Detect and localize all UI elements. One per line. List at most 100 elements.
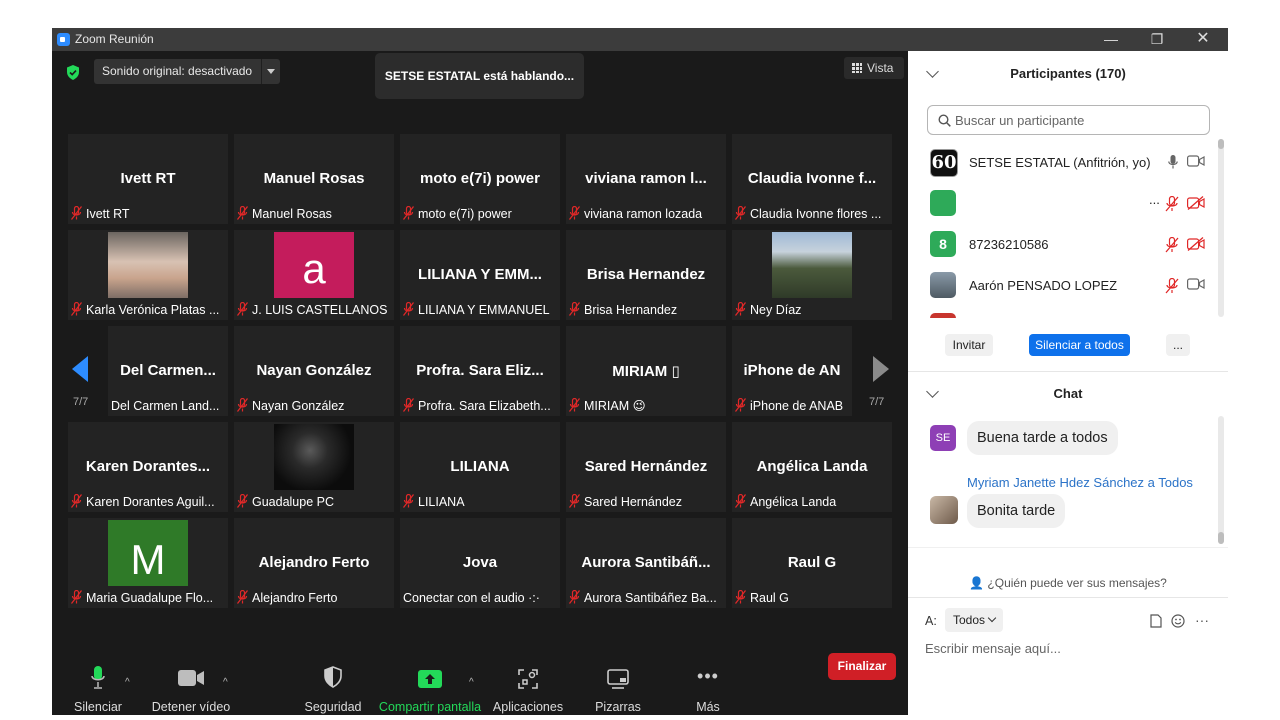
chevron-down-icon	[987, 613, 997, 623]
participant-row[interactable]	[908, 307, 1218, 318]
emoji-icon[interactable]	[1171, 614, 1185, 628]
divider	[908, 597, 1228, 598]
security-button[interactable]: Seguridad	[300, 640, 366, 715]
chat-scrollbar-track[interactable]	[1218, 416, 1224, 544]
apps-icon	[518, 669, 538, 689]
participant-tile[interactable]: Profra. Sara Eliz... Profra. Sara Elizabe…	[400, 326, 560, 416]
video-options-caret-icon[interactable]: ^	[223, 677, 228, 688]
participant-tile[interactable]: Manuel Rosas Manuel Rosas	[234, 134, 394, 224]
previous-page-arrow-icon[interactable]	[72, 356, 88, 382]
page-indicator-left: 7/7	[73, 396, 89, 408]
close-button[interactable]: ✕	[1180, 28, 1226, 51]
participant-label-text: Claudia Ivonne flores ...	[750, 207, 882, 221]
participant-search-input[interactable]: Buscar un participante	[927, 105, 1210, 135]
participant-tile[interactable]: Nayan González Nayan González	[234, 326, 394, 416]
participant-label-text: MIRIAM 😉	[584, 399, 646, 413]
chat-scrollbar-thumb[interactable]	[1218, 532, 1224, 544]
participant-label-text: Conectar con el audio ·:·	[403, 591, 540, 605]
participant-tile[interactable]: Sared Hernández Sared Hernández	[566, 422, 726, 512]
participant-display-name: Karen Dorantes...	[85, 458, 211, 475]
participant-scrollbar-track[interactable]	[1218, 139, 1224, 317]
participant-tile[interactable]: M Maria Guadalupe Flo...	[68, 518, 228, 608]
participant-tile[interactable]: moto e(7i) power moto e(7i) power	[400, 134, 560, 224]
more-button[interactable]: ••• Más	[678, 640, 738, 715]
participant-tile[interactable]: Jova Conectar con el audio ·:·	[400, 518, 560, 608]
participant-tile[interactable]: Aurora Santibáñ... Aurora Santibáñez Ba..…	[566, 518, 726, 608]
participant-tile[interactable]: MIRIAM ▯ MIRIAM 😉	[566, 326, 726, 416]
more-dots-icon: •••	[697, 666, 719, 686]
muted-microphone-icon[interactable]	[1165, 237, 1179, 253]
participant-tile[interactable]: Brisa Hernandez Brisa Hernandez	[566, 230, 726, 320]
participant-label-text: Karla Verónica Platas ...	[86, 303, 220, 317]
grid-icon	[852, 63, 862, 73]
security-shield-icon[interactable]	[66, 65, 80, 80]
muted-microphone-icon	[237, 206, 248, 220]
video-camera-icon[interactable]	[1187, 278, 1205, 290]
participant-label-text: J. LUIS CASTELLANOS	[252, 303, 388, 317]
video-camera-icon[interactable]	[1187, 155, 1205, 167]
participant-row[interactable]: 8 87236210586	[908, 225, 1218, 265]
mute-button[interactable]: Silenciar	[64, 640, 132, 715]
muted-microphone-icon	[237, 302, 248, 316]
participant-tile[interactable]: LILIANA LILIANA	[400, 422, 560, 512]
participants-more-button[interactable]: ...	[1166, 334, 1190, 356]
audio-options-caret-icon[interactable]: ^	[125, 677, 130, 688]
participant-name-label: Karen Dorantes Aguil...	[68, 492, 218, 512]
end-meeting-button[interactable]: Finalizar	[828, 653, 896, 680]
participant-display-name: Manuel Rosas	[263, 170, 365, 187]
participant-tile[interactable]: Del Carmen... Del Carmen Land...	[108, 326, 228, 416]
microphone-icon[interactable]	[1168, 155, 1178, 169]
whiteboards-button[interactable]: Pizarras	[588, 640, 648, 715]
stop-video-button[interactable]: Detener vídeo	[150, 640, 232, 715]
video-off-icon[interactable]	[1187, 237, 1205, 251]
who-can-see-messages[interactable]: 👤 ¿Quién puede ver sus mensajes?	[908, 576, 1228, 590]
chat-message-input[interactable]: Escribir mensaje aquí...	[925, 641, 1061, 656]
participant-tile[interactable]: Guadalupe PC	[234, 422, 394, 512]
participant-tile[interactable]: Ney Díaz	[732, 230, 892, 320]
participant-row[interactable]: ...	[908, 184, 1218, 224]
apps-button[interactable]: Aplicaciones	[492, 640, 564, 715]
muted-microphone-icon[interactable]	[1165, 196, 1179, 212]
original-sound-label: Sonido original: desactivado	[102, 64, 253, 78]
participant-tile[interactable]: Claudia Ivonne f... Claudia Ivonne flores…	[732, 134, 892, 224]
recipient-dropdown[interactable]: Todos	[945, 608, 1003, 632]
participant-tile[interactable]: Angélica Landa Angélica Landa	[732, 422, 892, 512]
minimize-button[interactable]: —	[1088, 28, 1134, 51]
participant-tile[interactable]: Alejandro Ferto Alejandro Ferto	[234, 518, 394, 608]
participant-tile[interactable]: Ivett RT Ivett RT	[68, 134, 228, 224]
muted-microphone-icon[interactable]	[1165, 278, 1179, 294]
muted-microphone-icon	[735, 398, 746, 412]
participant-tile[interactable]: iPhone de AN iPhone de ANAB	[732, 326, 852, 416]
share-options-caret-icon[interactable]: ^	[469, 677, 474, 688]
next-page-arrow-icon[interactable]	[873, 356, 889, 382]
invite-button[interactable]: Invitar	[945, 334, 993, 356]
participant-tile[interactable]: Karen Dorantes... Karen Dorantes Aguil...	[68, 422, 228, 512]
avatar: 60	[930, 149, 958, 177]
file-icon[interactable]	[1150, 614, 1162, 628]
participant-row[interactable]: 60 SETSE ESTATAL (Anfitrión, yo)	[908, 143, 1218, 183]
participant-name: Aarón PENSADO LOPEZ	[969, 278, 1118, 293]
participant-tile[interactable]: viviana ramon l... viviana ramon lozada	[566, 134, 726, 224]
chat-more-icon[interactable]: ···	[1195, 612, 1209, 628]
chevron-down-icon[interactable]	[261, 59, 280, 84]
mute-all-button[interactable]: Silenciar a todos	[1029, 334, 1130, 356]
participant-video-feed	[772, 232, 852, 298]
participant-avatar: M	[108, 520, 188, 586]
original-sound-toggle[interactable]: Sonido original: desactivado	[94, 59, 280, 84]
participant-tile[interactable]: a J. LUIS CASTELLANOS	[234, 230, 394, 320]
share-screen-icon	[418, 670, 442, 688]
participant-display-name: Jova	[462, 554, 498, 571]
share-screen-button[interactable]: Compartir pantalla	[378, 640, 482, 715]
participant-display-name: Angélica Landa	[756, 458, 868, 475]
participant-more: ...	[1149, 192, 1160, 207]
participant-tile[interactable]: Karla Verónica Platas ...	[68, 230, 228, 320]
participant-row[interactable]: Aarón PENSADO LOPEZ	[908, 266, 1218, 306]
view-button[interactable]: Vista	[844, 57, 904, 79]
participant-tile[interactable]: LILIANA Y EMM... LILIANA Y EMMANUEL	[400, 230, 560, 320]
participant-tile[interactable]: Raul G Raul G	[732, 518, 892, 608]
restore-button[interactable]: ❐	[1134, 28, 1180, 51]
video-off-icon[interactable]	[1187, 196, 1205, 210]
participant-display-name: Claudia Ivonne f...	[747, 170, 877, 187]
participant-name-label: Brisa Hernandez	[566, 300, 680, 320]
participant-scrollbar-thumb[interactable]	[1218, 139, 1224, 149]
